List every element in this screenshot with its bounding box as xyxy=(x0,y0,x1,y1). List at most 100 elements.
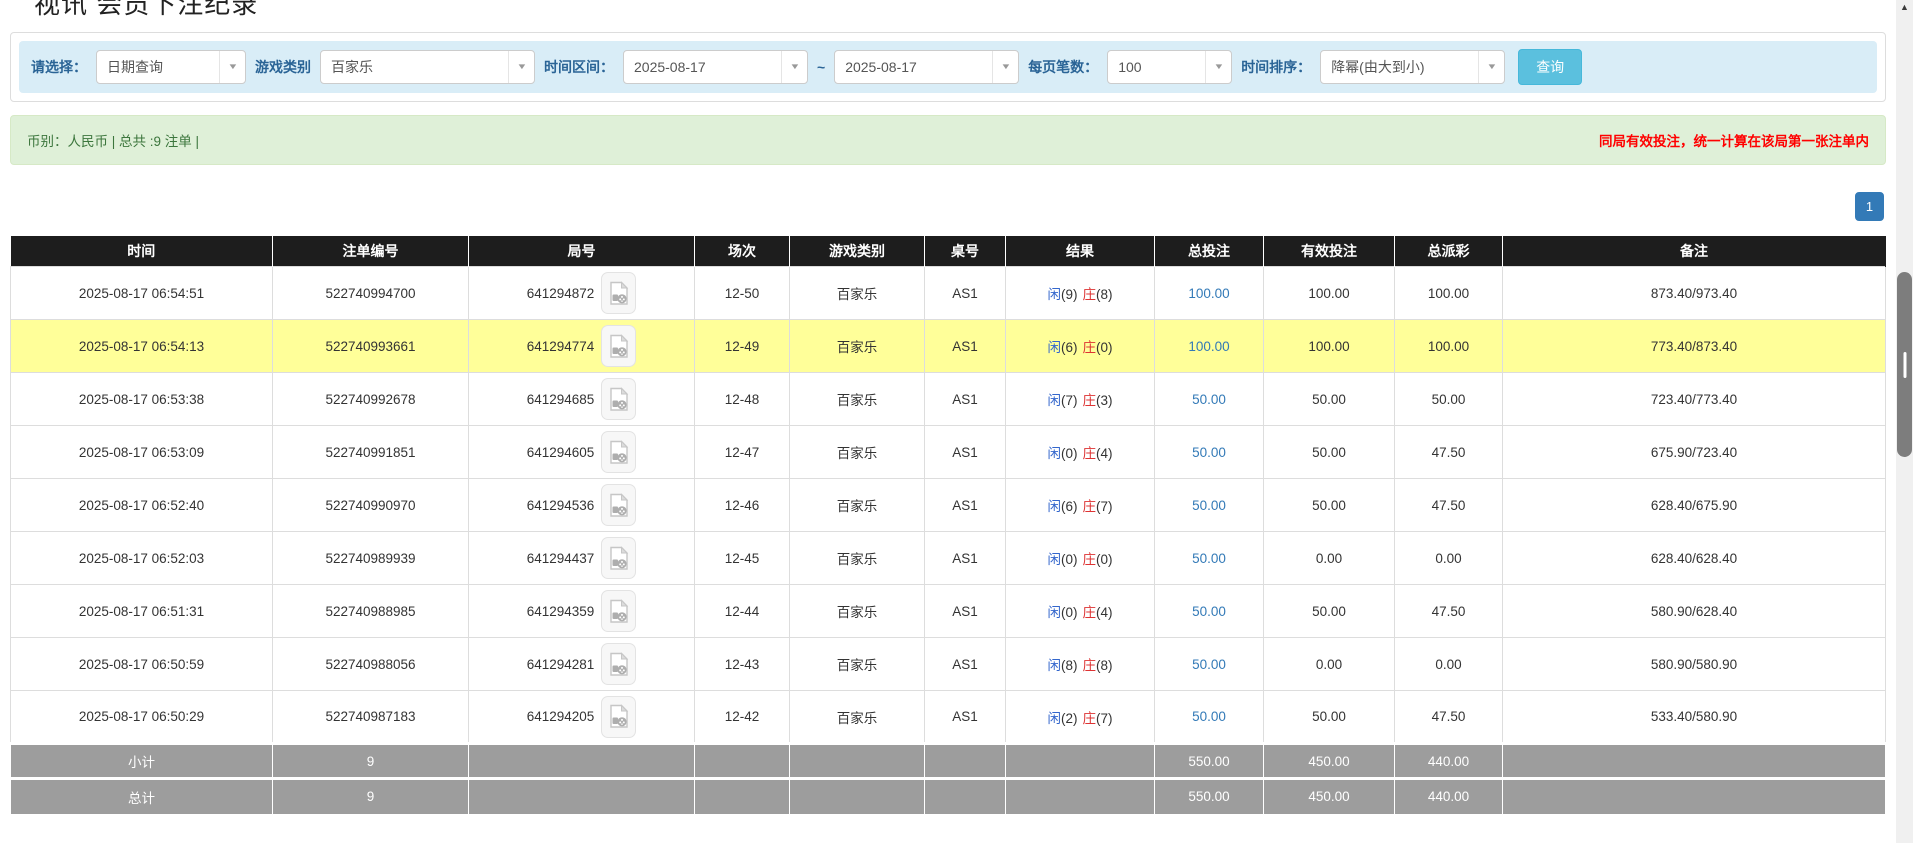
round-number: 641294437 xyxy=(527,551,595,566)
cell-time: 2025-08-17 06:50:59 xyxy=(11,638,273,691)
cell-time: 2025-08-17 06:53:38 xyxy=(11,373,273,426)
chevron-down-icon[interactable]: ▼ xyxy=(781,51,807,83)
player-result-score: (9) xyxy=(1061,287,1078,302)
chevron-down-icon[interactable]: ▼ xyxy=(1478,51,1504,83)
grand-total-row: 总计 9 550.00 450.00 440.00 xyxy=(11,779,1886,814)
cell-table: AS1 xyxy=(925,267,1006,320)
video-replay-icon[interactable] xyxy=(601,484,636,526)
chevron-down-icon[interactable]: ▼ xyxy=(1205,51,1231,83)
date-from-select[interactable]: 2025-08-17 ▼ xyxy=(623,50,808,84)
date-from-value: 2025-08-17 xyxy=(624,59,716,75)
banker-result-label: 庄 xyxy=(1083,499,1097,514)
filter-panel: 请选择： 日期查询 ▼ 游戏类别 百家乐 ▼ 时间区间： 2025-08-17 … xyxy=(10,32,1886,102)
video-replay-icon[interactable] xyxy=(601,590,636,632)
records-table: 时间 注单编号 局号 场次 游戏类别 桌号 结果 总投注 有效投注 总派彩 备注… xyxy=(10,236,1886,814)
date-to-value: 2025-08-17 xyxy=(835,59,927,75)
cell-result: 闲(2)庄(7) xyxy=(1006,691,1155,744)
video-replay-icon[interactable] xyxy=(601,272,636,314)
cell-bet-id: 522740988985 xyxy=(273,585,469,638)
round-number: 641294205 xyxy=(527,709,595,724)
cell-payout: 47.50 xyxy=(1395,426,1503,479)
column-header-time: 时间 xyxy=(11,236,273,267)
game-category-label: 游戏类别 xyxy=(255,57,311,77)
column-header-session: 场次 xyxy=(695,236,790,267)
summary-alert: 币别：人民币 | 总共 :9 注单 | 同局有效投注，统一计算在该局第一张注单内 xyxy=(10,115,1886,165)
cell-game: 百家乐 xyxy=(790,532,925,585)
cell-total-bet: 50.00 xyxy=(1155,373,1264,426)
cell-round: 641294872 xyxy=(469,267,695,320)
banker-result-score: (7) xyxy=(1096,711,1113,726)
cell-total-bet: 100.00 xyxy=(1155,267,1264,320)
column-header-note: 备注 xyxy=(1503,236,1886,267)
cell-valid-bet: 50.00 xyxy=(1264,585,1395,638)
cell-total-bet: 50.00 xyxy=(1155,585,1264,638)
total-bet-link[interactable]: 50.00 xyxy=(1192,657,1226,672)
cell-bet-id: 522740993661 xyxy=(273,320,469,373)
cell-payout: 0.00 xyxy=(1395,532,1503,585)
vertical-scrollbar[interactable]: ▲ xyxy=(1896,0,1913,843)
banker-result-score: (4) xyxy=(1096,446,1113,461)
cell-result: 闲(0)庄(4) xyxy=(1006,585,1155,638)
cell-valid-bet: 50.00 xyxy=(1264,426,1395,479)
column-header-total-bet: 总投注 xyxy=(1155,236,1264,267)
player-result-label: 闲 xyxy=(1048,711,1062,726)
scroll-up-icon[interactable]: ▲ xyxy=(1896,2,1913,12)
scrollbar-thumb[interactable] xyxy=(1897,272,1912,457)
cell-game: 百家乐 xyxy=(790,638,925,691)
video-replay-icon[interactable] xyxy=(601,643,636,685)
total-bet-link[interactable]: 50.00 xyxy=(1192,392,1226,407)
cell-note: 723.40/773.40 xyxy=(1503,373,1886,426)
cell-payout: 47.50 xyxy=(1395,585,1503,638)
video-replay-icon[interactable] xyxy=(601,537,636,579)
cell-table: AS1 xyxy=(925,532,1006,585)
subtotal-count: 9 xyxy=(273,744,469,779)
video-replay-icon[interactable] xyxy=(601,325,636,367)
chevron-down-icon[interactable]: ▼ xyxy=(992,51,1018,83)
chevron-down-icon[interactable]: ▼ xyxy=(508,51,534,83)
video-replay-icon[interactable] xyxy=(601,696,636,738)
round-number: 641294685 xyxy=(527,392,595,407)
table-row: 2025-08-17 06:50:59 522740988056 6412942… xyxy=(11,638,1886,691)
cell-time: 2025-08-17 06:52:40 xyxy=(11,479,273,532)
cell-game: 百家乐 xyxy=(790,373,925,426)
total-bet-link[interactable]: 50.00 xyxy=(1192,551,1226,566)
cell-time: 2025-08-17 06:54:13 xyxy=(11,320,273,373)
column-header-table: 桌号 xyxy=(925,236,1006,267)
search-button[interactable]: 查询 xyxy=(1518,49,1582,85)
cell-total-bet: 50.00 xyxy=(1155,638,1264,691)
video-replay-icon[interactable] xyxy=(601,378,636,420)
game-category-select[interactable]: 百家乐 ▼ xyxy=(320,50,535,84)
cell-bet-id: 522740990970 xyxy=(273,479,469,532)
time-sort-select[interactable]: 降幂(由大到小) ▼ xyxy=(1320,50,1505,84)
cell-session: 12-49 xyxy=(695,320,790,373)
total-bet-link[interactable]: 50.00 xyxy=(1192,498,1226,513)
total-bet-link[interactable]: 50.00 xyxy=(1192,604,1226,619)
date-to-select[interactable]: 2025-08-17 ▼ xyxy=(834,50,1019,84)
chevron-down-icon[interactable]: ▼ xyxy=(219,51,245,83)
subtotal-row: 小计 9 550.00 450.00 440.00 xyxy=(11,744,1886,779)
game-category-value: 百家乐 xyxy=(321,57,383,77)
banker-result-score: (0) xyxy=(1096,552,1113,567)
cell-table: AS1 xyxy=(925,479,1006,532)
cell-table: AS1 xyxy=(925,638,1006,691)
banker-result-score: (8) xyxy=(1096,287,1113,302)
page-1-button[interactable]: 1 xyxy=(1855,192,1884,221)
banker-result-score: (4) xyxy=(1096,605,1113,620)
video-replay-icon[interactable] xyxy=(601,431,636,473)
total-bet-link[interactable]: 50.00 xyxy=(1192,709,1226,724)
query-type-select[interactable]: 日期查询 ▼ xyxy=(96,50,246,84)
total-bet-link[interactable]: 100.00 xyxy=(1188,339,1229,354)
round-number: 641294536 xyxy=(527,498,595,513)
banker-result-label: 庄 xyxy=(1083,658,1097,673)
banker-result-label: 庄 xyxy=(1083,605,1097,620)
banker-result-label: 庄 xyxy=(1083,393,1097,408)
cell-result: 闲(9)庄(8) xyxy=(1006,267,1155,320)
player-result-label: 闲 xyxy=(1048,446,1062,461)
cell-table: AS1 xyxy=(925,320,1006,373)
total-bet-link[interactable]: 50.00 xyxy=(1192,445,1226,460)
time-sort-value: 降幂(由大到小) xyxy=(1321,57,1434,77)
total-bet-link[interactable]: 100.00 xyxy=(1188,286,1229,301)
round-number: 641294359 xyxy=(527,604,595,619)
per-page-select[interactable]: 100 ▼ xyxy=(1107,50,1232,84)
query-type-value: 日期查询 xyxy=(97,57,173,77)
